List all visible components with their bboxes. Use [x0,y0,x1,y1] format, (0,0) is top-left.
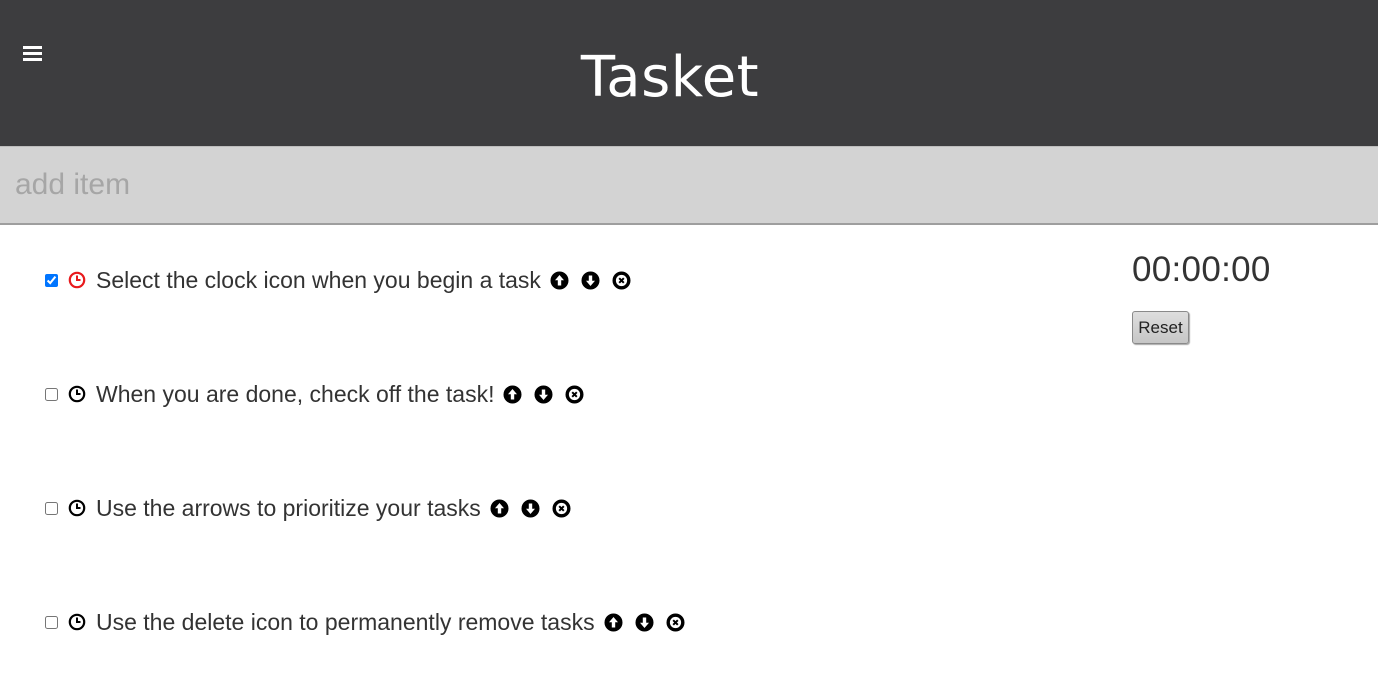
clock-icon[interactable] [68,385,86,403]
reset-button[interactable]: Reset [1132,311,1189,344]
task-label: Use the arrows to prioritize your tasks [96,494,481,521]
app-title: Tasket [580,45,760,110]
app-header: Tasket [0,0,1378,146]
task-item: Select the clock icon when you begin a t… [45,265,643,295]
task-checkbox[interactable] [45,387,58,401]
arrow-up-icon[interactable] [604,613,623,632]
arrow-up-icon[interactable] [490,499,509,518]
clock-icon[interactable] [68,613,86,631]
arrow-down-icon[interactable] [635,613,654,632]
clock-icon[interactable] [68,271,86,289]
close-circle-icon[interactable] [565,385,584,404]
timer-display: 00:00:00 [1132,250,1271,289]
arrow-down-icon[interactable] [581,271,600,290]
task-label: Select the clock icon when you begin a t… [96,266,541,293]
arrow-down-icon[interactable] [521,499,540,518]
arrow-up-icon[interactable] [503,385,522,404]
close-circle-icon[interactable] [552,499,571,518]
task-label: When you are done, check off the task! [96,380,495,407]
add-item-bar [0,146,1378,225]
add-item-input[interactable] [0,147,1378,223]
clock-icon[interactable] [68,499,86,517]
arrow-down-icon[interactable] [534,385,553,404]
arrow-up-icon[interactable] [550,271,569,290]
task-item: When you are done, check off the task! [45,379,596,409]
task-item: Use the arrows to prioritize your tasks [45,493,583,523]
close-circle-icon[interactable] [666,613,685,632]
task-item: Use the delete icon to permanently remov… [45,607,697,637]
close-circle-icon[interactable] [612,271,631,290]
task-checkbox[interactable] [45,273,58,287]
task-label: Use the delete icon to permanently remov… [96,608,595,635]
task-checkbox[interactable] [45,501,58,515]
task-checkbox[interactable] [45,615,58,629]
